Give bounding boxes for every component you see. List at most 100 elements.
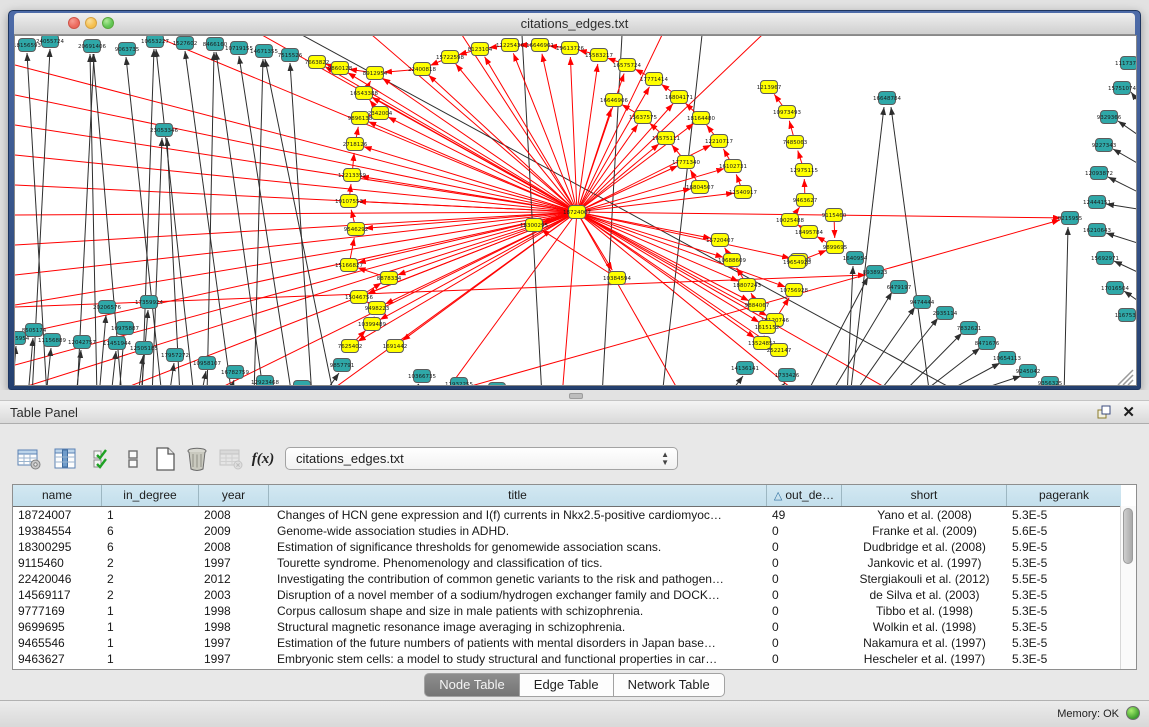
graph-node[interactable]: 23053346 xyxy=(150,124,178,137)
graph-node[interactable]: 8215955 xyxy=(1058,212,1083,225)
graph-node[interactable]: 16804507 xyxy=(686,181,714,194)
graph-node[interactable]: 1167533 xyxy=(1115,309,1136,322)
graph-node[interactable]: 1527602 xyxy=(173,37,198,50)
graph-node[interactable]: 12213359 xyxy=(338,169,366,182)
graph-node[interactable]: 17016504 xyxy=(1101,282,1129,295)
graph-node[interactable]: 16782759 xyxy=(221,366,249,379)
table-row[interactable]: 911546021997Tourette syndrome. Phenomeno… xyxy=(13,555,1121,571)
tab-edge-table[interactable]: Edge Table xyxy=(520,673,614,697)
function-builder-icon[interactable]: f(x) xyxy=(248,444,278,474)
splitter-handle-icon[interactable] xyxy=(569,393,583,399)
graph-node[interactable]: 7663822 xyxy=(305,56,330,69)
graph-node[interactable]: 10756928 xyxy=(780,284,808,297)
float-panel-icon[interactable] xyxy=(1097,405,1111,419)
graph-node[interactable]: 18495784 xyxy=(795,226,823,239)
graph-node[interactable]: 10399489 xyxy=(358,318,386,331)
graph-node[interactable]: 14136141 xyxy=(731,362,759,375)
graph-node[interactable]: 18164480 xyxy=(687,112,715,125)
graph-node[interactable]: 16646906 xyxy=(600,94,628,107)
graph-node[interactable]: 9546292 xyxy=(344,223,369,236)
graph-node[interactable]: 15720407 xyxy=(706,234,734,247)
graph-node[interactable]: 6479197 xyxy=(887,281,912,294)
panel-splitter[interactable] xyxy=(0,390,1149,400)
table-row[interactable]: 1830029562008Estimation of significance … xyxy=(13,539,1121,555)
graph-node[interactable]: 10958107 xyxy=(193,357,221,370)
table-row[interactable]: 969969511998Structural magnetic resonanc… xyxy=(13,619,1121,635)
graph-node[interactable]: 16648784 xyxy=(873,92,901,105)
graph-node[interactable]: 11540917 xyxy=(729,186,757,199)
memory-ok-indicator-icon[interactable] xyxy=(1126,706,1140,720)
graph-node[interactable]: 16575724 xyxy=(613,59,641,72)
graph-node[interactable]: 17957272 xyxy=(161,349,189,362)
table-selector-dropdown[interactable]: citations_edges.txt ▲▼ xyxy=(285,447,678,470)
graph-node[interactable]: 7485063 xyxy=(783,136,808,149)
graph-node[interactable]: 12042757 xyxy=(68,336,96,349)
graph-node[interactable]: 16804171 xyxy=(665,91,693,104)
table-row[interactable]: 946554611997Estimation of the future num… xyxy=(13,635,1121,651)
column-header-short[interactable]: short xyxy=(842,485,1007,506)
graph-node[interactable]: 12923468 xyxy=(251,376,279,386)
graph-node[interactable]: 15637575 xyxy=(629,111,657,124)
graph-node[interactable]: 9245042 xyxy=(1016,365,1041,378)
resize-grip-icon[interactable] xyxy=(1118,370,1133,385)
graph-node[interactable]: 7832621 xyxy=(957,322,982,335)
table-row[interactable]: 946362711997Embryonic stem cells: a mode… xyxy=(13,651,1121,667)
graph-node[interactable]: 10654113 xyxy=(993,352,1021,365)
graph-node[interactable]: 10384594 xyxy=(603,272,631,285)
graph-node[interactable]: 9884067 xyxy=(745,299,770,312)
table-row[interactable]: 1872400712008Changes of HCN gene express… xyxy=(13,507,1121,523)
row-height-icon[interactable] xyxy=(118,444,148,474)
network-canvas[interactable]: 1815659324055724206914069063735106532271… xyxy=(14,35,1137,386)
graph-node[interactable]: 10366735 xyxy=(408,370,436,383)
graph-node[interactable]: 11451944 xyxy=(103,337,131,350)
column-visibility-icon[interactable] xyxy=(50,444,80,474)
graph-node[interactable]: 9860128 xyxy=(328,62,353,75)
column-header-title[interactable]: title xyxy=(269,485,767,506)
graph-node[interactable]: 15583217 xyxy=(585,49,613,62)
graph-node[interactable]: 2718126 xyxy=(343,138,368,151)
close-panel-icon[interactable]: ✕ xyxy=(1122,403,1135,421)
graph-node[interactable]: 1640954 xyxy=(843,252,868,265)
graph-node[interactable]: 8878334 xyxy=(377,272,402,285)
graph-node[interactable]: 20206576 xyxy=(93,301,121,314)
graph-node[interactable]: 12975115 xyxy=(790,164,818,177)
graph-node[interactable]: 8123104 xyxy=(468,43,493,56)
table-settings-icon[interactable] xyxy=(14,444,44,474)
graph-node[interactable]: 11932255 xyxy=(445,378,473,386)
graph-node[interactable]: 9857791 xyxy=(330,359,355,372)
graph-node[interactable]: 10107553 xyxy=(335,195,363,208)
graph-node[interactable]: 8938923 xyxy=(863,266,888,279)
graph-node[interactable]: 11225436 xyxy=(496,39,524,52)
graph-node[interactable]: 9899695 xyxy=(823,241,848,254)
graph-node[interactable]: 11173717 xyxy=(1115,57,1136,70)
vertical-scrollbar[interactable] xyxy=(1120,506,1136,669)
graph-node[interactable]: 14594443 xyxy=(483,383,511,386)
tab-network-table[interactable]: Network Table xyxy=(614,673,725,697)
graph-node[interactable]: 7625402 xyxy=(338,340,363,353)
column-header-name[interactable]: name xyxy=(13,485,102,506)
graph-node[interactable]: 16646901 xyxy=(526,39,554,52)
graph-node[interactable]: 9356325 xyxy=(1038,377,1063,386)
graph-node[interactable]: 2522147 xyxy=(767,344,792,357)
graph-node[interactable]: 9474444 xyxy=(910,296,935,309)
graph-node[interactable]: 10653227 xyxy=(141,36,169,48)
graph-node[interactable]: 12444151 xyxy=(1083,196,1111,209)
column-header-out_de[interactable]: △out_de… xyxy=(767,485,842,506)
column-header-year[interactable]: year xyxy=(199,485,269,506)
graph-node[interactable]: 14671355 xyxy=(250,45,278,58)
column-header-in_degree[interactable]: in_degree xyxy=(102,485,199,506)
graph-node[interactable]: 7515526 xyxy=(278,49,303,62)
graph-node[interactable]: 8912954 xyxy=(363,67,388,80)
graph-node[interactable]: 10025488 xyxy=(776,214,804,227)
graph-node[interactable]: 16210643 xyxy=(1083,224,1111,237)
network-window-titlebar[interactable]: citations_edges.txt xyxy=(14,13,1135,35)
table-row[interactable]: 977716911998Corpus callosum shape and si… xyxy=(13,603,1121,619)
graph-node[interactable]: 2935114 xyxy=(933,307,958,320)
graph-node[interactable]: 1733426 xyxy=(775,369,800,382)
table-row[interactable]: 1938455462009Genome-wide association stu… xyxy=(13,523,1121,539)
graph-node[interactable]: 8466160 xyxy=(203,38,228,51)
table-row[interactable]: 1456911722003Disruption of a novel membe… xyxy=(13,587,1121,603)
network-view-window[interactable]: citations_edges.txt 18156593240557242069… xyxy=(8,10,1141,390)
graph-node[interactable]: 20691406 xyxy=(78,40,106,53)
graph-node[interactable]: 15166827 xyxy=(335,259,363,272)
